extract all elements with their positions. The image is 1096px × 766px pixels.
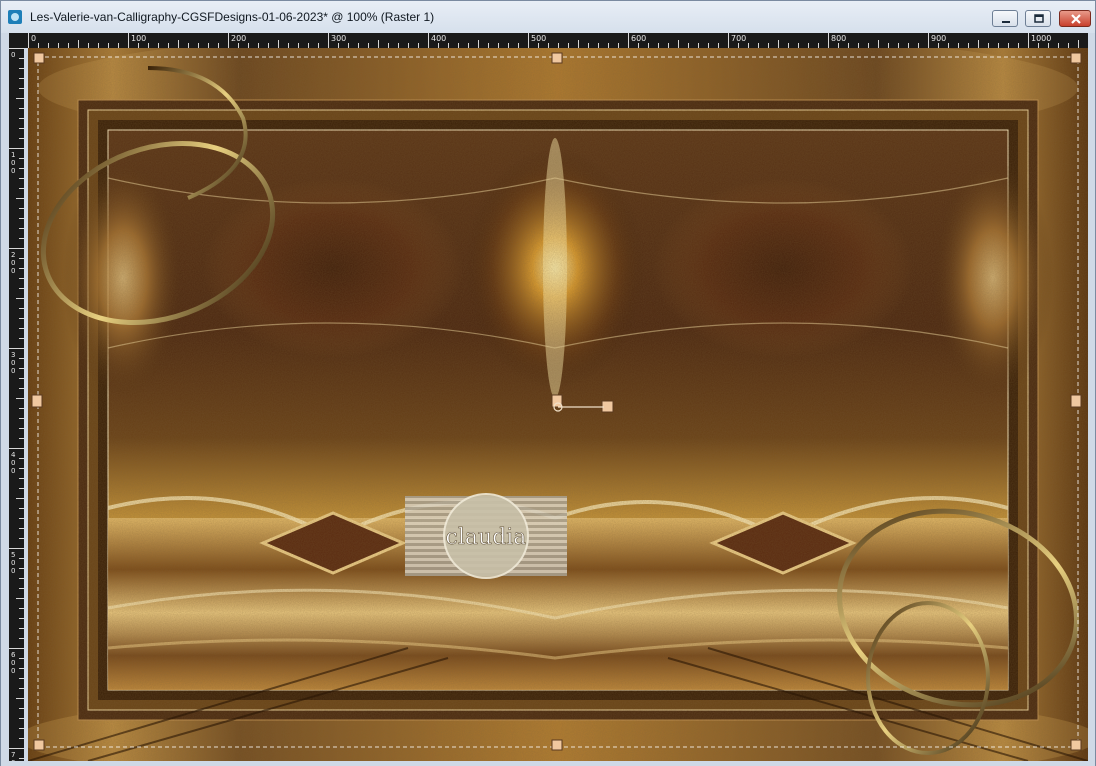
ruler-label: 0 [11, 559, 15, 567]
ruler-label: 6 [11, 651, 16, 659]
ruler-label: 1 [11, 151, 15, 159]
watermark-text: claudia [446, 525, 527, 550]
ruler-label: 300 [331, 34, 346, 43]
ruler-label: 400 [431, 34, 446, 43]
horizontal-ruler[interactable]: 0 100 200 300 400 500 600 700 800 900 1000 [28, 33, 1088, 48]
maximize-button[interactable] [1025, 10, 1051, 27]
title-bar[interactable]: Les-Valerie-van-Calligraphy-CGSFDesigns-… [1, 1, 1095, 33]
close-button[interactable] [1059, 10, 1091, 27]
watermark: claudia [405, 493, 567, 579]
ruler-label: 0 [11, 459, 15, 467]
ruler-label: 7 [11, 751, 15, 759]
app-icon [8, 10, 22, 24]
ruler-label: 0 [11, 167, 15, 175]
ruler-label: 3 [11, 351, 15, 359]
ruler-label: 0 [11, 267, 15, 275]
window-title: Les-Valerie-van-Calligraphy-CGSFDesigns-… [30, 10, 435, 24]
image-canvas[interactable]: claudia [28, 48, 1088, 761]
ruler-label: 800 [831, 34, 846, 43]
ruler-label: 0 [11, 567, 15, 575]
vertical-ruler[interactable]: 0100200300400500600700 [9, 48, 24, 761]
minimize-icon [1002, 21, 1010, 23]
close-icon [1071, 14, 1081, 24]
ruler-label: 2 [11, 251, 15, 259]
minimize-button[interactable] [992, 10, 1018, 27]
artwork: claudia [28, 48, 1088, 761]
ruler-label: 0 [11, 667, 15, 675]
ruler-label: 0 [31, 34, 36, 43]
ruler-label: 4 [11, 451, 16, 459]
ruler-label: 900 [931, 34, 946, 43]
ruler-label: 100 [131, 34, 146, 43]
ruler-label: 0 [11, 159, 15, 167]
ruler-label: 500 [531, 34, 546, 43]
ruler-label: 0 [11, 659, 15, 667]
maximize-icon [1034, 14, 1044, 23]
ruler-label: 700 [731, 34, 746, 43]
window-bottom-border [1, 761, 1095, 766]
ruler-label: 0 [11, 467, 15, 475]
ruler-corner [9, 33, 28, 48]
ruler-label: 0 [11, 359, 15, 367]
ruler-label: 0 [11, 259, 15, 267]
ruler-label: 0 [11, 51, 15, 59]
ruler-label: 1000 [1031, 34, 1051, 43]
image-window: Les-Valerie-van-Calligraphy-CGSFDesigns-… [0, 0, 1096, 766]
ruler-label: 0 [11, 367, 15, 375]
ruler-label: 200 [231, 34, 246, 43]
ruler-label: 5 [11, 551, 15, 559]
ruler-label: 600 [631, 34, 646, 43]
